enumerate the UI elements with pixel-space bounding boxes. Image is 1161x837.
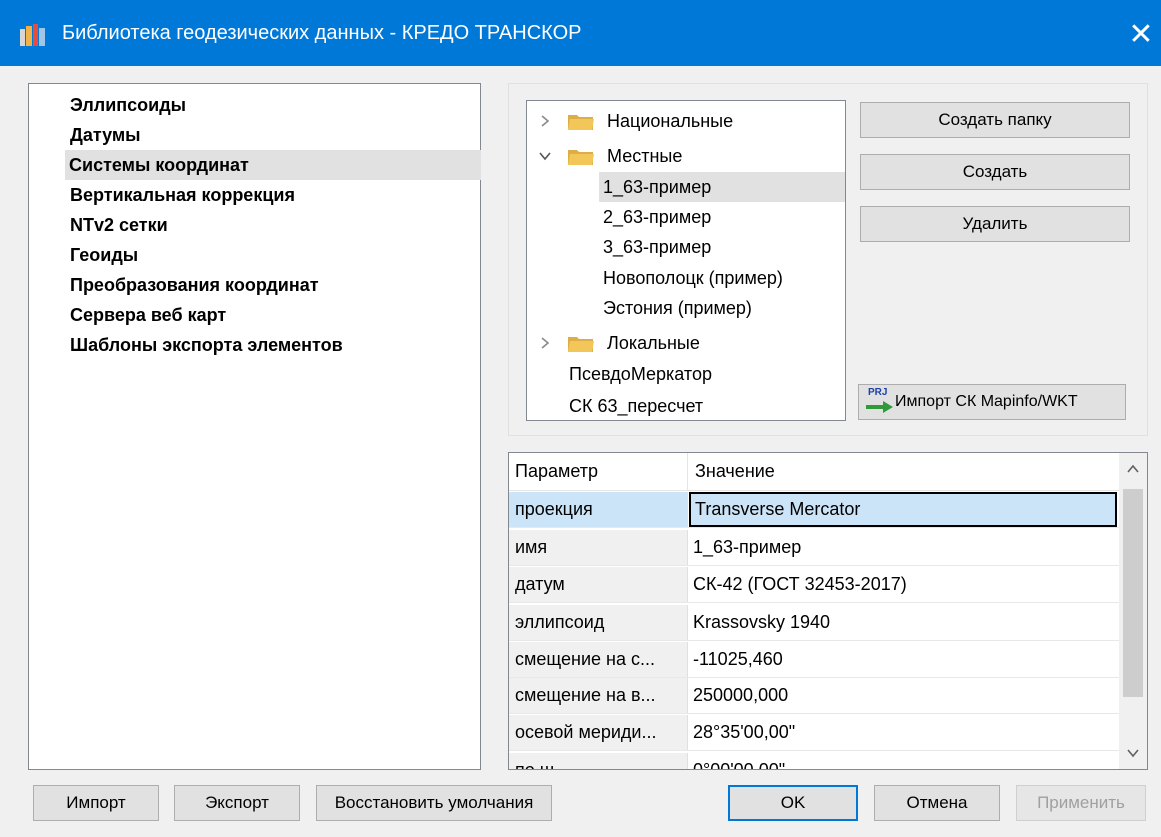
param-name-cell[interactable]: смещение на в...: [509, 678, 688, 713]
tree-folder-national[interactable]: Национальные: [527, 106, 845, 136]
category-item-ntv2-grids[interactable]: NTv2 сетки: [30, 210, 481, 240]
chevron-down-icon[interactable]: [537, 148, 553, 164]
scroll-down-icon[interactable]: [1125, 745, 1141, 761]
category-item-web-map-servers[interactable]: Сервера веб карт: [30, 300, 481, 330]
tree-item-1-63-example[interactable]: 1_63-пример: [599, 172, 845, 202]
category-item-datums[interactable]: Датумы: [30, 120, 481, 150]
chevron-right-icon[interactable]: [537, 335, 553, 351]
window-title: Библиотека геодезических данных - КРЕДО …: [62, 22, 582, 44]
folder-icon: [568, 115, 594, 130]
tree-item-sk63-recalc[interactable]: СК 63_пересчет: [569, 391, 703, 420]
scroll-up-icon[interactable]: [1125, 461, 1141, 477]
param-name-cell[interactable]: имя: [509, 530, 688, 565]
ok-button[interactable]: OK: [728, 785, 858, 821]
table-row[interactable]: датум СК-42 (ГОСТ 32453-2017): [509, 567, 1119, 603]
table-row[interactable]: по ш... 0°00'00,00": [509, 753, 1119, 769]
param-name-cell[interactable]: эллипсоид: [509, 605, 688, 640]
table-row[interactable]: проекция Transverse Mercator: [509, 492, 1119, 528]
param-name-cell[interactable]: осевой мериди...: [509, 715, 688, 750]
table-row[interactable]: смещение на с... -11025,460: [509, 642, 1119, 678]
param-value-cell[interactable]: 28°35'00,00": [689, 715, 1117, 750]
close-icon[interactable]: ✕: [1124, 15, 1158, 55]
tree-item-estonia-example[interactable]: Эстония (пример): [603, 293, 752, 323]
tree-label: Местные: [607, 146, 683, 166]
restore-defaults-button[interactable]: Восстановить умолчания: [316, 785, 552, 821]
table-row[interactable]: эллипсоид Krassovsky 1940: [509, 605, 1119, 641]
param-value-cell[interactable]: 250000,000: [689, 678, 1117, 713]
param-name-cell[interactable]: датум: [509, 567, 688, 602]
apply-button[interactable]: Применить: [1016, 785, 1146, 821]
tree-item-3-63-example[interactable]: 3_63-пример: [603, 232, 711, 262]
import-button[interactable]: Импорт: [33, 785, 159, 821]
vertical-scrollbar[interactable]: [1119, 453, 1147, 769]
category-item-export-templates[interactable]: Шаблоны экспорта элементов: [30, 330, 481, 360]
column-header-value[interactable]: Значение: [689, 453, 1119, 490]
table-row[interactable]: осевой мериди... 28°35'00,00": [509, 715, 1119, 751]
cancel-button[interactable]: Отмена: [874, 785, 1000, 821]
grid-header: Параметр Значение: [509, 453, 1119, 491]
coordinate-system-tree[interactable]: Национальные Местные 1_63-пример 2_63-пр…: [526, 100, 846, 421]
param-value-cell[interactable]: СК-42 (ГОСТ 32453-2017): [689, 567, 1117, 602]
param-value-cell[interactable]: Transverse Mercator: [689, 492, 1117, 527]
tree-label: Локальные: [607, 333, 700, 353]
param-value-cell[interactable]: 1_63-пример: [689, 530, 1117, 565]
param-name-cell[interactable]: проекция: [509, 492, 688, 527]
tree-item-novopolotsk-example[interactable]: Новополоцк (пример): [603, 263, 783, 293]
prj-import-icon: PRJ: [865, 388, 895, 416]
tree-item-2-63-example[interactable]: 2_63-пример: [603, 202, 711, 232]
import-mapinfo-wkt-label: Импорт СК Mapinfo/WKT: [895, 393, 1078, 410]
category-list[interactable]: Эллипсоиды Датумы Системы координат Верт…: [28, 83, 481, 770]
tree-folder-local-systems[interactable]: Местные: [527, 141, 845, 171]
table-row[interactable]: смещение на в... 250000,000: [509, 678, 1119, 714]
tree-label: Национальные: [607, 111, 734, 131]
delete-button[interactable]: Удалить: [860, 206, 1130, 242]
param-name-cell[interactable]: по ш...: [509, 753, 688, 769]
table-row[interactable]: имя 1_63-пример: [509, 530, 1119, 566]
category-item-coordinate-transforms[interactable]: Преобразования координат: [30, 270, 481, 300]
parameters-grid[interactable]: Параметр Значение проекция Transverse Me…: [508, 452, 1148, 770]
param-value-cell[interactable]: 0°00'00,00": [689, 753, 1117, 769]
param-value-cell[interactable]: -11025,460: [689, 642, 1117, 677]
category-item-ellipsoids[interactable]: Эллипсоиды: [30, 90, 481, 120]
export-button[interactable]: Экспорт: [174, 785, 300, 821]
category-item-geoids[interactable]: Геоиды: [30, 240, 481, 270]
folder-open-icon: [568, 150, 594, 165]
column-header-parameter[interactable]: Параметр: [509, 453, 688, 490]
chevron-right-icon[interactable]: [537, 113, 553, 129]
title-bar: Библиотека геодезических данных - КРЕДО …: [0, 0, 1161, 66]
tree-item-pseudo-mercator[interactable]: ПсевдоМеркатор: [569, 359, 712, 389]
param-name-cell[interactable]: смещение на с...: [509, 642, 688, 677]
app-icon: [20, 24, 45, 46]
create-folder-button[interactable]: Создать папку: [860, 102, 1130, 138]
prj-badge: PRJ: [868, 387, 888, 398]
import-mapinfo-wkt-button[interactable]: PRJ Импорт СК Mapinfo/WKT: [858, 384, 1126, 420]
category-item-coordinate-systems[interactable]: Системы координат: [65, 150, 481, 180]
param-value-cell[interactable]: Krassovsky 1940: [689, 605, 1117, 640]
tree-folder-local[interactable]: Локальные: [527, 328, 845, 358]
create-button[interactable]: Создать: [860, 154, 1130, 190]
scrollbar-thumb[interactable]: [1123, 489, 1143, 697]
category-item-vertical-correction[interactable]: Вертикальная коррекция: [30, 180, 481, 210]
folder-icon: [568, 337, 594, 352]
